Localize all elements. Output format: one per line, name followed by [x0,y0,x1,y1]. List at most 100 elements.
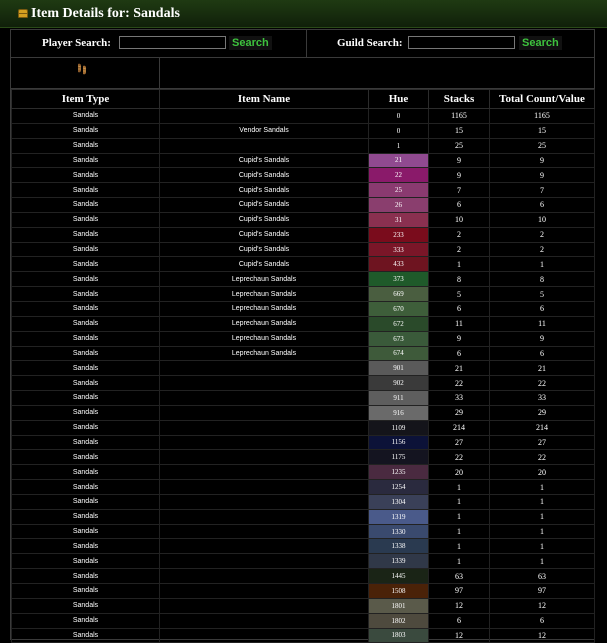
hue-cell: 673 [368,330,429,347]
icon-row-divider [159,58,160,88]
hue-cell: 901 [368,360,429,377]
hue-cell: 31 [368,211,429,228]
guild-search-input[interactable] [408,36,515,49]
item-name-cell [159,360,369,377]
table-row: Sandals Cupid's Sandals 31 10 10 [11,211,595,228]
hue-cell: 22 [368,167,429,184]
table-row: Sandals Vendor Sandals 0 15 15 [11,122,595,139]
stacks-cell: 25 [428,137,490,154]
item-type-cell: Sandals [11,479,160,495]
item-type-cell: Sandals [11,345,160,362]
total-count-cell: 2 [489,226,595,243]
stacks-cell: 12 [428,597,490,614]
hue-cell: 1109 [368,419,429,436]
item-type-cell: Sandals [11,538,160,555]
stacks-cell: 9 [428,167,490,184]
item-name-cell: Leprechaun Sandals [159,286,369,302]
hue-cell: 1 [368,137,429,154]
total-count-cell: 6 [489,612,595,629]
item-type-cell: Sandals [11,375,160,392]
player-search-input[interactable] [119,36,226,49]
item-type-cell: Sandals [11,167,160,184]
table-row: Sandals Leprechaun Sandals 673 9 9 [11,330,595,347]
item-type-cell: Sandals [11,197,160,213]
total-count-cell: 9 [489,152,595,169]
total-count-cell: 20 [489,464,595,481]
item-name-cell [159,464,369,481]
stacks-cell: 1 [428,479,490,495]
table-row: Sandals 1801 12 12 [11,597,595,614]
table-row: Sandals 902 22 22 [11,375,595,392]
stacks-cell: 22 [428,375,490,392]
table-row: Sandals 1803 12 12 [11,627,595,643]
table-row: Sandals 1254 1 1 [11,479,595,495]
table-row: Sandals 1235 20 20 [11,464,595,481]
item-name-cell [159,493,369,510]
table-row: Sandals 1338 1 1 [11,538,595,555]
hue-cell: 1254 [368,479,429,495]
stacks-cell: 33 [428,390,490,406]
total-count-cell: 5 [489,286,595,302]
total-count-cell: 9 [489,330,595,347]
total-count-cell: 63 [489,568,595,584]
table-row: Sandals Cupid's Sandals 22 9 9 [11,167,595,184]
hue-cell: 672 [368,315,429,332]
item-name-cell [159,508,369,525]
item-name-cell: Leprechaun Sandals [159,300,369,317]
item-type-cell: Sandals [11,152,160,169]
table-row: Sandals 1339 1 1 [11,553,595,570]
table-row: Sandals Leprechaun Sandals 669 5 5 [11,286,595,302]
stacks-cell: 9 [428,152,490,169]
item-type-cell: Sandals [11,583,160,599]
item-name-cell [159,419,369,436]
table-row: Sandals Leprechaun Sandals 373 8 8 [11,271,595,288]
total-count-cell: 97 [489,583,595,599]
hue-cell: 373 [368,271,429,288]
hue-cell: 911 [368,390,429,406]
total-count-cell: 12 [489,627,595,643]
item-type-cell: Sandals [11,627,160,643]
stacks-cell: 1 [428,553,490,570]
guild-search-button[interactable]: Search [519,36,562,50]
item-type-cell: Sandals [11,300,160,317]
item-type-cell: Sandals [11,122,160,139]
item-name-cell: Cupid's Sandals [159,241,369,258]
total-count-cell: 10 [489,211,595,228]
stacks-cell: 11 [428,315,490,332]
table-row: Sandals Leprechaun Sandals 674 6 6 [11,345,595,362]
stacks-cell: 22 [428,449,490,466]
stacks-cell: 15 [428,122,490,139]
total-count-cell: 1 [489,538,595,555]
stacks-cell: 6 [428,612,490,629]
item-name-cell [159,479,369,495]
total-count-cell: 1 [489,256,595,273]
table-row: Sandals Cupid's Sandals 26 6 6 [11,197,595,213]
hue-cell: 0 [368,122,429,139]
hue-cell: 1330 [368,523,429,540]
item-name-cell [159,390,369,406]
hue-cell: 1445 [368,568,429,584]
column-header-total: Total Count/Value [489,89,595,109]
item-type-cell: Sandals [11,449,160,466]
item-type-cell: Sandals [11,256,160,273]
total-count-cell: 1 [489,493,595,510]
item-name-cell [159,523,369,540]
hue-cell: 902 [368,375,429,392]
item-name-cell [159,137,369,154]
hue-cell: 333 [368,241,429,258]
hue-cell: 25 [368,182,429,199]
sandals-icon [77,63,87,75]
stacks-cell: 29 [428,404,490,421]
total-count-cell: 1165 [489,108,595,124]
total-count-cell: 2 [489,241,595,258]
player-search-button[interactable]: Search [229,36,272,50]
item-type-cell: Sandals [11,226,160,243]
item-name-cell: Vendor Sandals [159,122,369,139]
total-count-cell: 25 [489,137,595,154]
item-type-cell: Sandals [11,508,160,525]
total-count-cell: 6 [489,345,595,362]
stacks-cell: 214 [428,419,490,436]
hue-cell: 26 [368,197,429,213]
item-name-cell: Cupid's Sandals [159,167,369,184]
item-name-cell [159,434,369,451]
